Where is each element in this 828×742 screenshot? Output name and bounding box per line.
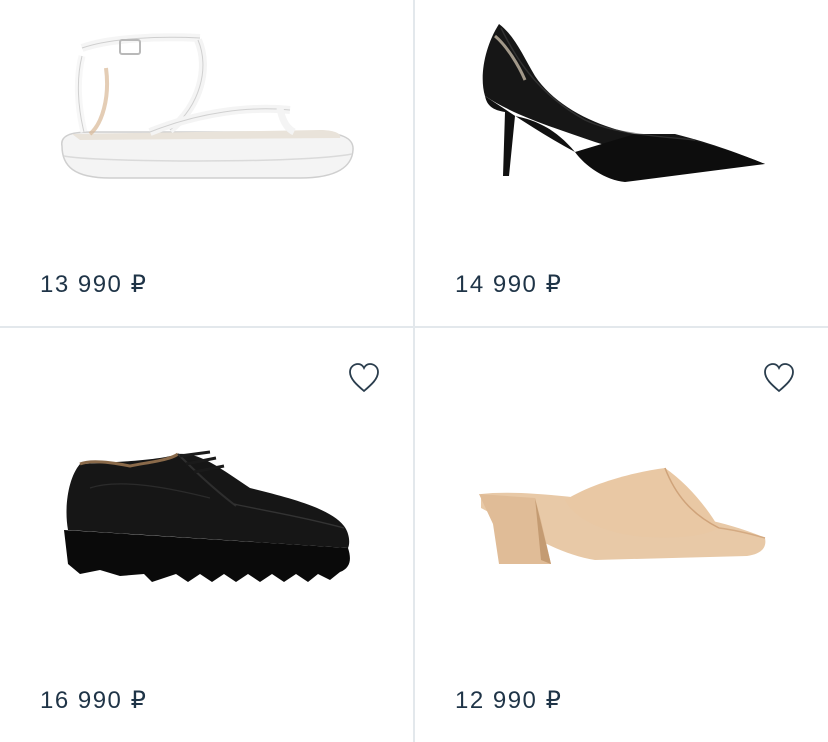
product-card[interactable]: 16 990 ₽ [0,328,413,742]
heart-icon[interactable] [347,362,381,394]
product-image-pump[interactable] [475,16,775,186]
product-card[interactable]: 13 990 ₽ [0,0,413,326]
product-image-mule[interactable] [475,464,775,574]
heart-icon[interactable] [762,362,796,394]
product-image-sandal[interactable] [50,28,370,188]
product-card[interactable]: 12 990 ₽ [415,328,828,742]
product-grid: 13 990 ₽ 14 990 ₽ 16 990 ₽ 12 990 ₽ [0,0,828,742]
product-price: 13 990 ₽ [40,271,148,298]
product-price: 12 990 ₽ [455,687,563,714]
product-price: 16 990 ₽ [40,687,148,714]
product-price: 14 990 ₽ [455,271,563,298]
product-image-derby[interactable] [60,448,360,598]
product-card[interactable]: 14 990 ₽ [415,0,828,326]
